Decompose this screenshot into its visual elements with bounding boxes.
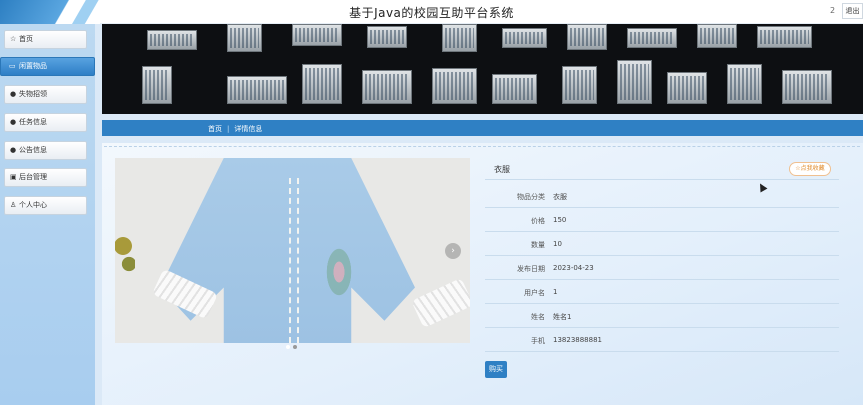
breadcrumb: 首页 | 详情信息 [208, 124, 262, 134]
garment-embroidery [320, 248, 358, 308]
user-icon: ♙ [10, 201, 17, 209]
breadcrumb-separator: | [227, 125, 230, 133]
sidebar-item-label: 后台管理 [19, 173, 47, 181]
carousel-next-button[interactable]: › [445, 243, 461, 259]
sidebar-item-idle-goods[interactable]: ▭ 闲置物品 [0, 57, 95, 76]
field-label: 物品分类 [517, 193, 545, 201]
banner-building [667, 72, 707, 104]
field-label: 手机 [531, 337, 545, 345]
info-icon: ● [10, 146, 17, 154]
sidebar-item-tasks[interactable]: ● 任务信息 [4, 113, 87, 132]
banner-building [302, 64, 342, 104]
banner-carousel-dots[interactable] [582, 104, 603, 114]
question-icon: ● [10, 118, 17, 126]
panel-divider [104, 146, 860, 147]
field-label: 姓名 [531, 313, 545, 321]
banner-building [432, 68, 477, 104]
logout-button[interactable]: 退出 [842, 3, 863, 19]
info-icon: ● [10, 90, 17, 98]
banner-building [142, 66, 172, 104]
field-label: 数量 [531, 241, 545, 249]
detail-row-quantity: 数量 10 [485, 232, 839, 256]
plant-decoration [115, 228, 135, 288]
box-icon: ▭ [9, 62, 16, 70]
detail-row-date: 发布日期 2023-04-23 [485, 256, 839, 280]
title-divider [485, 179, 839, 180]
field-label: 发布日期 [517, 265, 545, 273]
monitor-icon: ▣ [10, 173, 17, 181]
sidebar-item-profile[interactable]: ♙ 个人中心 [4, 196, 87, 215]
carousel-dot[interactable] [293, 345, 297, 349]
carousel-dot[interactable] [286, 345, 290, 349]
detail-row-phone: 手机 13823888881 [485, 328, 839, 352]
banner-building [567, 24, 607, 50]
field-value: 150 [553, 216, 567, 224]
field-value: 2023-04-23 [553, 264, 594, 272]
site-title: 基于Java的校园互助平台系统 [349, 6, 514, 20]
banner-building [502, 28, 547, 48]
sidebar-item-announcements[interactable]: ● 公告信息 [4, 141, 87, 160]
banner-building [292, 24, 342, 46]
field-value: 衣服 [553, 193, 567, 201]
banner-building [227, 76, 287, 104]
detail-row-name: 姓名 姓名1 [485, 304, 839, 328]
sidebar-item-home[interactable]: ☆ 首页 [4, 30, 87, 49]
breadcrumb-current: 详情信息 [234, 125, 263, 133]
banner-building [147, 30, 197, 50]
sidebar-item-admin[interactable]: ▣ 后台管理 [4, 168, 87, 187]
garment-ruffle-right [411, 277, 470, 329]
banner-building [782, 70, 832, 104]
field-value: 姓名1 [553, 313, 572, 321]
item-title: 衣服 [494, 165, 510, 174]
field-value: 13823888881 [553, 336, 602, 344]
field-value: 10 [553, 240, 562, 248]
detail-row-price: 价格 150 [485, 208, 839, 232]
product-image [115, 158, 470, 343]
sidebar-item-label: 失物招领 [19, 90, 47, 98]
banner-building [757, 26, 812, 48]
banner-building [697, 24, 737, 48]
sidebar-item-label: 公告信息 [19, 146, 47, 154]
banner-building [492, 74, 537, 104]
banner-building [227, 24, 262, 52]
sidebar-item-label: 个人中心 [19, 201, 47, 209]
detail-row-category: 物品分类 衣服 [485, 184, 839, 208]
buy-button[interactable]: 购买 [485, 361, 507, 378]
image-carousel-dots[interactable] [286, 334, 300, 353]
sidebar-item-lost-found[interactable]: ● 失物招领 [4, 85, 87, 104]
banner-building [727, 64, 762, 104]
banner-building [367, 26, 407, 48]
sidebar-item-label: 任务信息 [19, 118, 47, 126]
detail-row-username: 用户名 1 [485, 280, 839, 304]
breadcrumb-home[interactable]: 首页 [208, 125, 222, 133]
field-label: 价格 [531, 217, 545, 225]
garment-trim [289, 178, 299, 343]
field-value: 1 [553, 288, 558, 296]
banner-image [102, 24, 863, 114]
sidebar-item-label: 闲置物品 [19, 62, 47, 70]
favorite-button[interactable]: ☆点我收藏 [789, 162, 831, 176]
banner-building [617, 60, 652, 104]
field-label: 用户名 [524, 289, 545, 297]
sidebar-item-label: 首页 [19, 35, 33, 43]
user-count: 2 [830, 6, 836, 15]
banner-building [362, 70, 412, 104]
banner-building [627, 28, 677, 48]
banner-building [442, 24, 477, 52]
banner-building [562, 66, 597, 104]
star-icon: ☆ [10, 35, 17, 43]
